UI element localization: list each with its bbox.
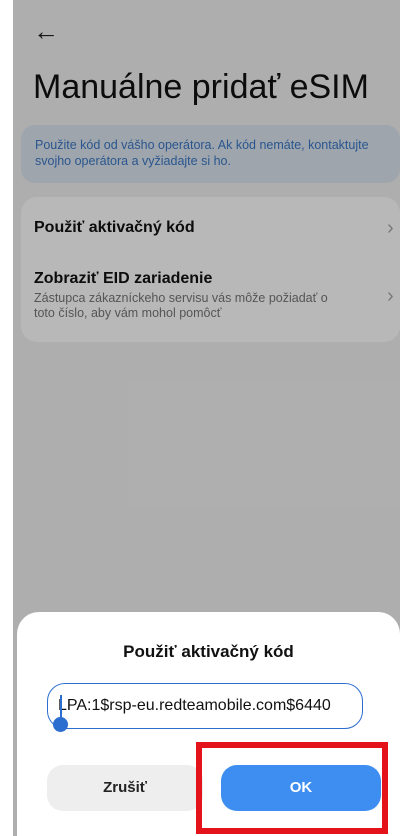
activation-code-input[interactable]: LPA:1$rsp-eu.redteamobile.com$6440: [47, 683, 363, 729]
screen: ← Manuálne pridať eSIM Použite kód od vá…: [13, 0, 400, 836]
dialog-title: Použiť aktivačný kód: [123, 642, 294, 661]
text-cursor: [60, 695, 62, 717]
ok-button-highlight: [196, 742, 388, 834]
cancel-button[interactable]: Zrušiť: [47, 765, 203, 811]
cursor-handle-icon[interactable]: [53, 717, 68, 732]
